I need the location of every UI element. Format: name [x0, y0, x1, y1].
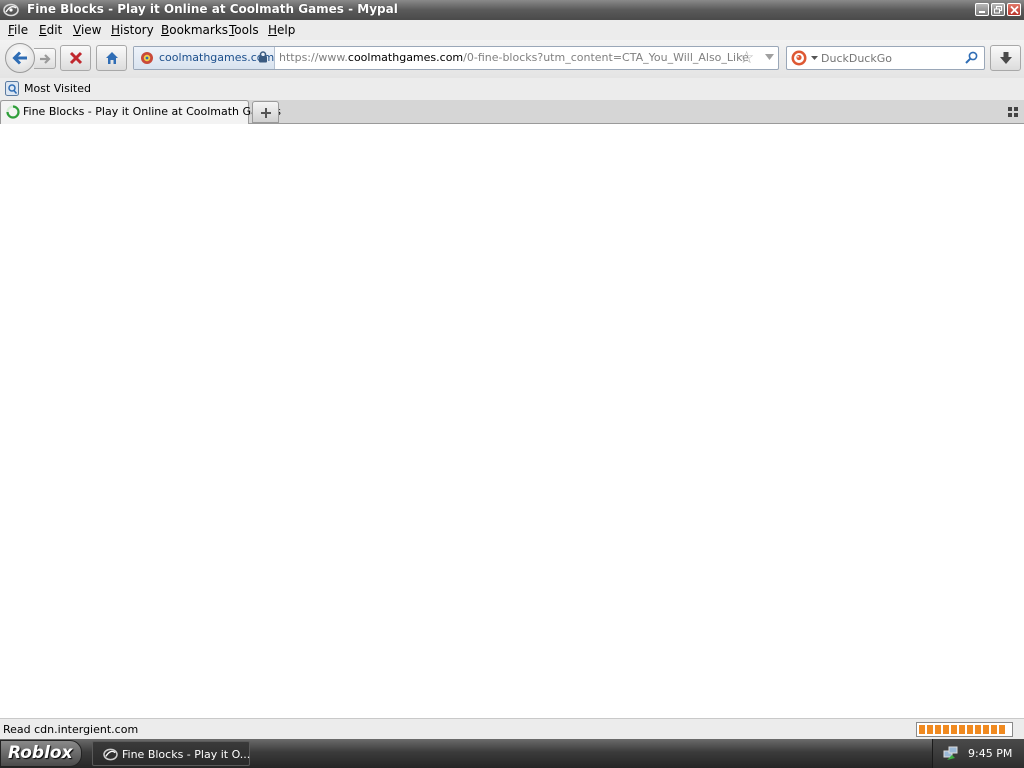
window-titlebar[interactable]: Fine Blocks - Play it Online at Coolmath… [0, 0, 1024, 20]
page-content[interactable] [0, 125, 1024, 718]
plus-icon [261, 108, 271, 118]
search-go-icon[interactable] [965, 51, 978, 64]
system-tray: 9:45 PM [932, 739, 1024, 768]
site-identity-button[interactable]: coolmathgames.com [134, 47, 275, 69]
taskbar-item-mypal[interactable]: Fine Blocks - Play it O... [92, 741, 250, 766]
bookmark-star-icon[interactable]: ☆ [739, 49, 754, 67]
most-visited-folder-icon [5, 81, 19, 96]
navigation-toolbar: coolmathgames.com https://www.coolmathga… [0, 40, 1024, 78]
menu-history[interactable]: History [111, 23, 154, 37]
start-label: Roblox [8, 743, 73, 763]
new-tab-button[interactable] [252, 101, 279, 123]
url-text[interactable]: https://www.coolmathgames.com/0-fine-blo… [279, 51, 749, 64]
menu-edit[interactable]: Edit [39, 23, 62, 37]
loading-throbber-icon [6, 105, 20, 119]
menu-bookmarks[interactable]: Bookmarks [161, 23, 228, 37]
url-prefix: https://www. [279, 51, 348, 64]
home-icon [106, 52, 118, 64]
mypal-icon [103, 748, 118, 761]
window-title: Fine Blocks - Play it Online at Coolmath… [27, 2, 398, 16]
download-arrow-icon [1000, 52, 1012, 64]
minimize-button[interactable] [975, 3, 989, 16]
search-bar [786, 46, 985, 70]
menu-help[interactable]: Help [268, 23, 295, 37]
taskbar-item-label: Fine Blocks - Play it O... [122, 748, 251, 761]
downloads-button[interactable] [990, 45, 1021, 71]
taskbar: Roblox Fine Blocks - Play it O... 9:45 P… [0, 739, 1024, 768]
bookmarks-toolbar: Most Visited [0, 78, 1024, 100]
restore-icon [994, 6, 1002, 14]
search-engine-dropdown-icon[interactable] [811, 56, 818, 60]
restore-button[interactable] [991, 3, 1005, 16]
page-load-progress [916, 722, 1013, 737]
url-history-dropdown-icon[interactable] [765, 54, 774, 60]
stop-button[interactable] [60, 45, 91, 71]
close-window-button[interactable] [1007, 3, 1021, 16]
taskbar-clock[interactable]: 9:45 PM [968, 747, 1012, 760]
tab-fine-blocks[interactable]: Fine Blocks - Play it Online at Coolmath… [0, 100, 281, 124]
site-favicon-icon [141, 52, 153, 64]
url-host: coolmathgames.com [347, 51, 464, 64]
home-button[interactable] [96, 45, 127, 71]
tab-title: Fine Blocks - Play it Online at Coolmath… [23, 105, 282, 118]
duckduckgo-icon[interactable] [791, 50, 807, 66]
search-input[interactable] [821, 50, 961, 66]
back-button[interactable] [5, 43, 35, 73]
status-text: Read cdn.intergient.com [3, 723, 139, 736]
progress-fill [919, 725, 1006, 734]
bookmark-most-visited[interactable]: Most Visited [24, 82, 91, 95]
list-all-tabs-icon[interactable] [1008, 107, 1018, 117]
menu-tools[interactable]: Tools [229, 23, 259, 37]
forward-arrow-icon [40, 54, 51, 64]
tab-strip: Fine Blocks - Play it Online at Coolmath… [0, 100, 1024, 124]
menu-file[interactable]: File [8, 23, 28, 37]
lock-icon [259, 51, 267, 63]
start-button[interactable]: Roblox [0, 740, 82, 767]
mypal-icon [3, 3, 19, 17]
forward-button[interactable] [34, 48, 56, 69]
menu-view[interactable]: View [73, 23, 101, 37]
url-path: /0-fine-blocks?utm_content=CTA_You_Will_… [463, 51, 749, 64]
network-icon[interactable] [943, 746, 959, 761]
close-icon [1010, 6, 1019, 14]
menu-bar: File Edit View History Bookmarks Tools H… [0, 20, 1024, 40]
url-bar[interactable]: coolmathgames.com https://www.coolmathga… [133, 46, 779, 70]
stop-x-icon [69, 51, 83, 65]
identity-site-label: coolmathgames.com [159, 51, 275, 64]
minimize-icon [979, 11, 985, 13]
status-bar: Read cdn.intergient.com [0, 718, 1024, 739]
back-arrow-icon [12, 51, 27, 65]
